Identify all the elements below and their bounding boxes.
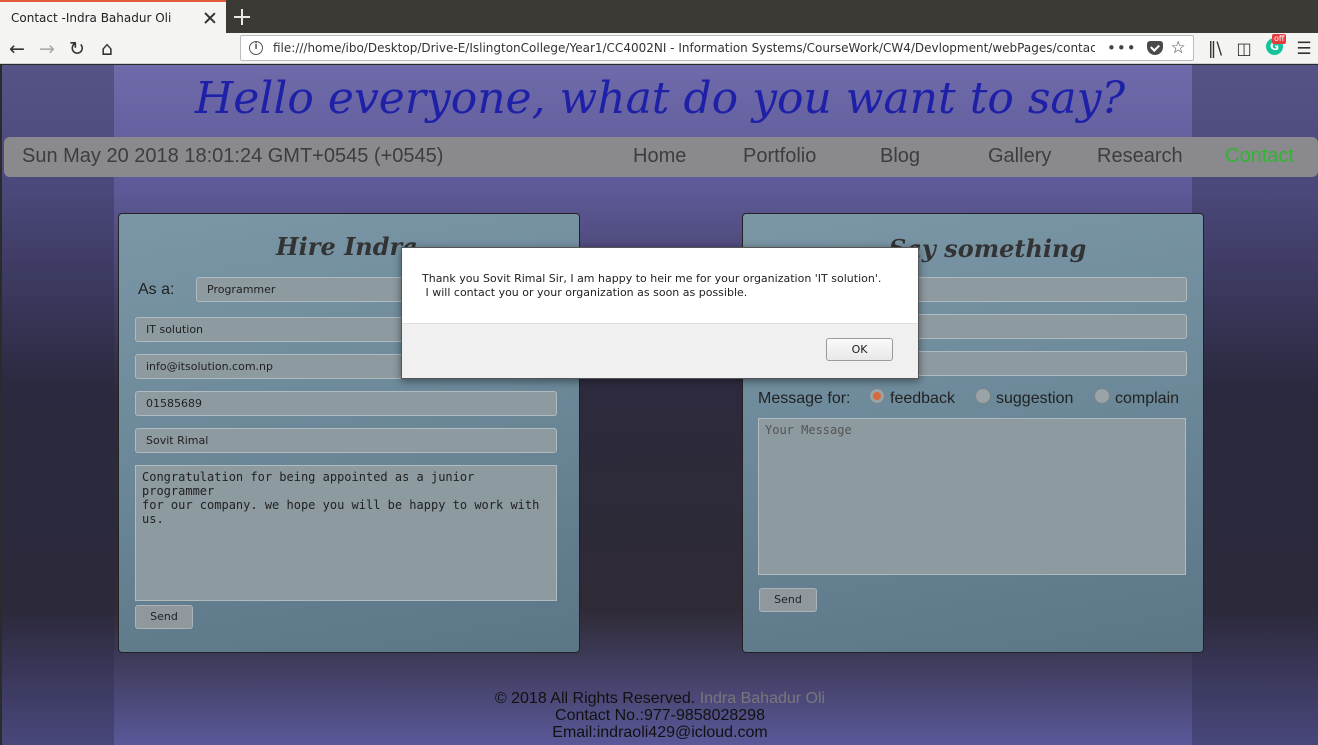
navigation-toolbar: ← → ↻ ⌂ i file:///home/ibo/Desktop/Drive… xyxy=(0,33,1318,64)
forward-arrow-icon[interactable]: → xyxy=(36,38,58,60)
home-icon[interactable]: ⌂ xyxy=(96,38,118,60)
sidebar-icon[interactable]: ◫ xyxy=(1233,38,1255,60)
new-tab-icon[interactable] xyxy=(232,7,252,27)
page-actions-icon[interactable]: ••• xyxy=(1107,39,1137,57)
modal-overlay xyxy=(0,65,1318,745)
alert-message: Thank you Sovit Rimal Sir, I am happy to… xyxy=(422,272,882,299)
bookmark-star-icon[interactable]: ☆ xyxy=(1171,38,1186,58)
url-bar[interactable]: i file:///home/ibo/Desktop/Drive-E/Islin… xyxy=(240,35,1194,61)
ok-button[interactable]: OK xyxy=(826,338,893,361)
pocket-icon[interactable] xyxy=(1146,41,1163,55)
extension-off-badge: off xyxy=(1272,34,1287,44)
alert-footer: OK xyxy=(402,323,918,378)
tab-bar: Contact -Indra Bahadur Oli xyxy=(0,0,1318,33)
tab-contact[interactable]: Contact -Indra Bahadur Oli xyxy=(0,0,226,33)
info-icon[interactable]: i xyxy=(249,41,263,55)
close-icon[interactable] xyxy=(202,10,218,26)
reload-icon[interactable]: ↻ xyxy=(66,38,88,60)
menu-icon[interactable]: ☰ xyxy=(1293,38,1315,60)
url-text[interactable]: file:///home/ibo/Desktop/Drive-E/Islingt… xyxy=(273,41,1095,55)
alert-dialog: Thank you Sovit Rimal Sir, I am happy to… xyxy=(401,247,919,379)
tab-title: Contact -Indra Bahadur Oli xyxy=(11,10,172,25)
back-arrow-icon[interactable]: ← xyxy=(6,38,28,60)
library-icon[interactable]: ‖\ xyxy=(1204,38,1226,60)
